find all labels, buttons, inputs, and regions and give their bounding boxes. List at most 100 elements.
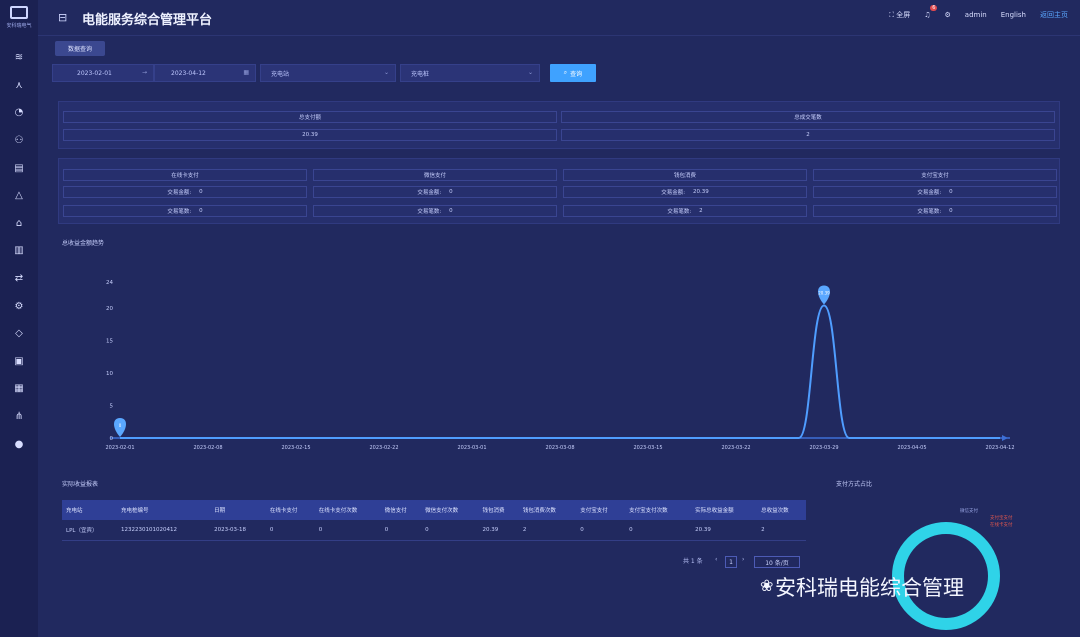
count-label: 交易笔数: bbox=[667, 209, 692, 215]
details-table: 充电站 充电桩编号 日期 在线卡支付 在线卡支付次数 微信支付 微信支付次数 钱包消费 钱包消费… bbox=[62, 500, 806, 541]
table-cell: 0 bbox=[314, 520, 381, 541]
nav-network-icon[interactable]: ⋏ bbox=[0, 72, 38, 100]
nav-layers-icon[interactable]: ≋ bbox=[0, 44, 38, 72]
payment-wechat-amount: 交易金额: 0 bbox=[313, 186, 557, 198]
amount-label: 交易金额: bbox=[417, 190, 442, 196]
count-label: 交易笔数: bbox=[167, 209, 192, 215]
nav-diamond-icon[interactable]: ◇ bbox=[0, 320, 38, 348]
search-button[interactable]: ⌕ 查询 bbox=[550, 64, 596, 82]
end-date-input[interactable]: 2023-04-12 ▦ bbox=[154, 64, 256, 82]
amount-label: 交易金额: bbox=[661, 190, 686, 196]
payment-alipay-amount: 交易金额: 0 bbox=[813, 186, 1057, 198]
language-switch[interactable]: English bbox=[1001, 11, 1026, 19]
table-cell: LPL（宜宾） bbox=[62, 520, 117, 541]
calendar-icon: ▦ bbox=[243, 69, 249, 76]
settings-icon[interactable]: ⚙ bbox=[945, 11, 951, 19]
column-header: 微信支付次数 bbox=[421, 500, 479, 520]
tab-data-query[interactable]: 数据查询 bbox=[55, 41, 105, 56]
x-tick-label: 2023-03-15 bbox=[633, 445, 662, 451]
notification-bell-icon[interactable]: ♫ 6 bbox=[924, 5, 938, 19]
column-header: 支付宝支付次数 bbox=[625, 500, 692, 520]
top-bar: ⊟ 电能服务综合管理平台 ⛶ 全屏 ♫ 6 ⚙ admin English 返回主… bbox=[38, 0, 1080, 36]
payment-wechat-count: 交易笔数: 0 bbox=[313, 205, 557, 217]
count-value: 0 bbox=[199, 208, 203, 214]
pile-select[interactable]: 充电桩 ⌄ bbox=[400, 64, 540, 82]
count-label: 交易笔数: bbox=[917, 209, 942, 215]
watermark-text: 安科瑞电能综合管理 bbox=[775, 576, 964, 600]
payment-online-card-amount: 交易金额: 0 bbox=[63, 186, 307, 198]
table-cell: 2023-03-18 bbox=[210, 520, 266, 541]
x-tick-label: 2023-02-08 bbox=[193, 445, 222, 451]
count-value: 2 bbox=[699, 208, 703, 214]
payment-wallet-title: 钱包消费 bbox=[563, 169, 807, 181]
fullscreen-label: 全屏 bbox=[896, 11, 911, 19]
x-tick-label: 2023-04-12 bbox=[985, 445, 1014, 451]
y-tick-label: 5 bbox=[110, 404, 114, 410]
data-marker-pin bbox=[818, 285, 830, 305]
amount-label: 交易金额: bbox=[917, 190, 942, 196]
payment-online-card-title: 在线卡支付 bbox=[63, 169, 307, 181]
pagination-total: 共 1 条 bbox=[683, 558, 703, 565]
payment-wallet-count: 交易笔数: 2 bbox=[563, 205, 807, 217]
x-tick-label: 2023-03-08 bbox=[545, 445, 574, 451]
page-size-value: 10 条/页 bbox=[765, 559, 789, 567]
amount-label: 交易金额: bbox=[167, 190, 192, 196]
ratio-title: 支付方式占比 bbox=[836, 481, 873, 488]
nav-file-icon[interactable]: ▥ bbox=[0, 237, 38, 265]
y-tick-label: 0 bbox=[110, 436, 114, 442]
end-date-value: 2023-04-12 bbox=[171, 69, 206, 77]
nav-document-icon[interactable]: ▤ bbox=[0, 154, 38, 182]
column-header: 钱包消费次数 bbox=[518, 500, 577, 520]
column-header: 充电桩编号 bbox=[117, 500, 211, 520]
search-icon: ⌕ bbox=[563, 69, 568, 76]
pagination-prev-icon[interactable]: ‹ bbox=[715, 556, 717, 563]
x-tick-label: 2023-04-05 bbox=[897, 445, 926, 451]
data-marker-label: 20.39 bbox=[818, 290, 830, 295]
range-separator-icon: → bbox=[141, 69, 147, 76]
chevron-down-icon: ⌄ bbox=[527, 69, 533, 76]
pagination-page-1[interactable]: 1 bbox=[725, 556, 737, 568]
x-tick-label: 2023-03-22 bbox=[721, 445, 750, 451]
payment-breakdown-panel: 在线卡支付 微信支付 钱包消费 支付宝支付 交易金额: 0 交易金额: 0 交易金额… bbox=[58, 158, 1060, 224]
table-cell: 0 bbox=[380, 520, 422, 541]
nav-tree-icon[interactable]: ⋔ bbox=[0, 403, 38, 431]
column-header: 实际总收益金额 bbox=[691, 500, 758, 520]
column-header: 日期 bbox=[210, 500, 266, 520]
y-tick-label: 20 bbox=[106, 306, 113, 312]
nav-warning-icon[interactable]: △ bbox=[0, 182, 38, 210]
column-header: 在线卡支付 bbox=[265, 500, 315, 520]
fullscreen-button[interactable]: ⛶ 全屏 bbox=[889, 10, 910, 20]
nav-station-icon[interactable]: ⌂ bbox=[0, 210, 38, 238]
nav-report-icon[interactable]: ▦ bbox=[0, 375, 38, 403]
home-link[interactable]: 返回主页 bbox=[1040, 10, 1068, 20]
x-tick-label: 2023-02-22 bbox=[369, 445, 398, 451]
user-name[interactable]: admin bbox=[965, 11, 987, 19]
table-cell: 0 bbox=[265, 520, 315, 541]
pagination-page-size-select[interactable]: 10 条/页 bbox=[754, 556, 800, 568]
start-date-value: 2023-02-01 bbox=[77, 69, 112, 77]
amount-value: 0 bbox=[199, 189, 203, 195]
payment-alipay-title: 支付宝支付 bbox=[813, 169, 1057, 181]
nav-users-icon[interactable]: ⚇ bbox=[0, 127, 38, 155]
start-date-input[interactable]: 2023-02-01 → bbox=[52, 64, 154, 82]
wechat-icon: ❀ bbox=[760, 576, 774, 595]
total-count-value: 2 bbox=[561, 129, 1055, 141]
ratio-legend-item: 微信支付 bbox=[960, 509, 978, 514]
table-cell: 0 bbox=[625, 520, 692, 541]
nav-transfer-icon[interactable]: ⇄ bbox=[0, 265, 38, 293]
table-cell: 0 bbox=[421, 520, 479, 541]
nav-chart-pie-icon[interactable]: ◔ bbox=[0, 99, 38, 127]
nav-circle-icon[interactable]: ● bbox=[0, 430, 38, 458]
ratio-legend-item: 支付宝支付 bbox=[990, 516, 1013, 521]
menu-toggle-icon[interactable]: ⊟ bbox=[58, 11, 67, 24]
table-cell: 0 bbox=[576, 520, 626, 541]
column-header: 在线卡支付次数 bbox=[314, 500, 381, 520]
pagination-next-icon[interactable]: › bbox=[742, 556, 744, 563]
x-tick-label: 2023-02-01 bbox=[105, 445, 134, 451]
search-button-label: 查询 bbox=[570, 70, 583, 78]
nav-monitor-icon[interactable]: ▣ bbox=[0, 348, 38, 376]
station-select[interactable]: 充电站 ⌄ bbox=[260, 64, 396, 82]
table-cell: 2 bbox=[757, 520, 806, 541]
notification-badge: 6 bbox=[930, 5, 938, 11]
nav-gear-icon[interactable]: ⚙ bbox=[0, 292, 38, 320]
